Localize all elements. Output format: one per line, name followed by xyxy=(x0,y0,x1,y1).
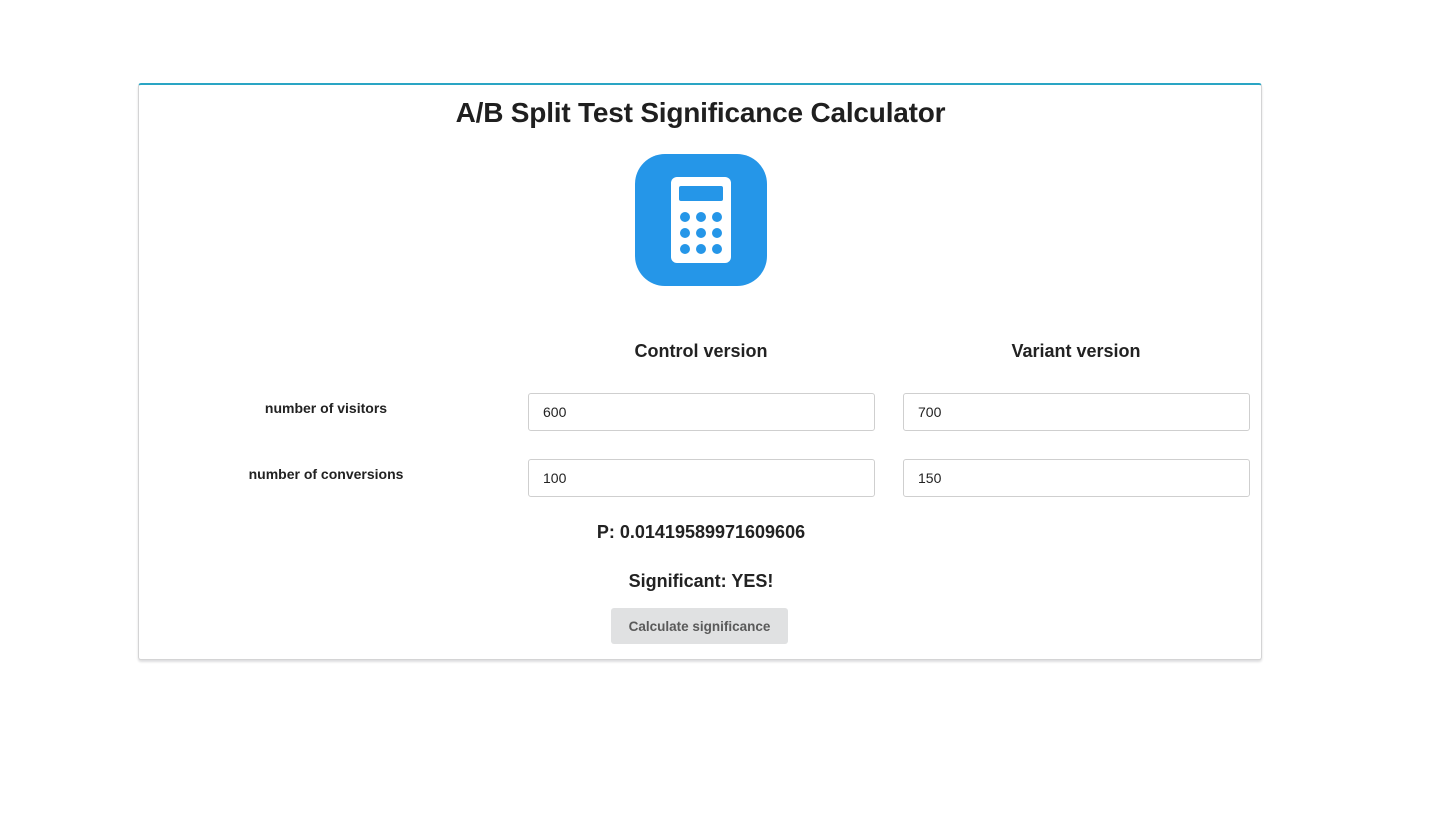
variant-version-heading: Variant version xyxy=(1011,341,1141,361)
control-visitors-input[interactable] xyxy=(528,393,875,431)
variant-conversions-input[interactable] xyxy=(903,459,1250,497)
page-title: A/B Split Test Significance Calculator xyxy=(455,97,946,128)
variant-visitors-input[interactable] xyxy=(903,393,1250,431)
control-version-heading: Control version xyxy=(634,341,768,361)
visitors-label: number of visitors xyxy=(264,400,388,416)
p-value-result: P: 0.01419589971609606 xyxy=(596,522,806,542)
significance-result: Significant: YES! xyxy=(628,571,774,591)
control-conversions-input[interactable] xyxy=(528,459,875,497)
calculator-icon xyxy=(635,154,767,286)
calculate-significance-button[interactable]: Calculate significance xyxy=(611,608,788,644)
calculator-card: A/B Split Test Significance Calculator C… xyxy=(138,83,1262,660)
conversions-label: number of conversions xyxy=(248,466,404,482)
calculator-glyph xyxy=(671,177,731,263)
